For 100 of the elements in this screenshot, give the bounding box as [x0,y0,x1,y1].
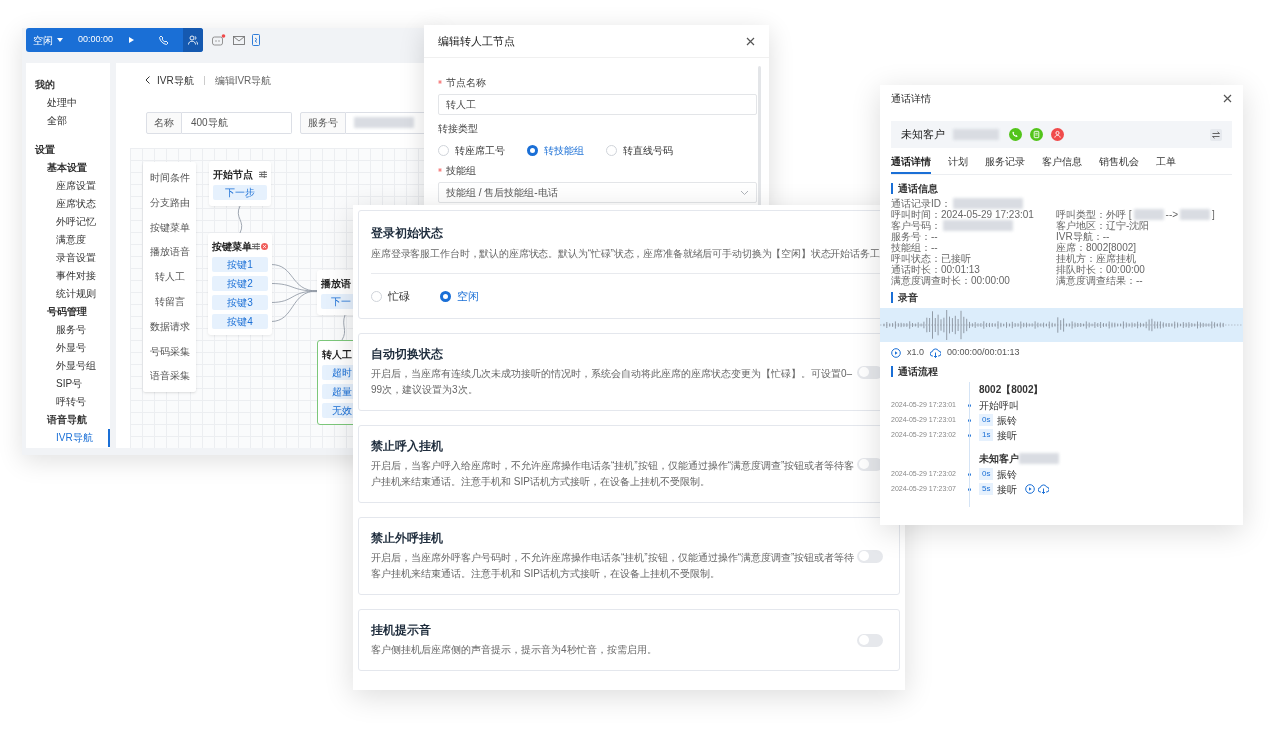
sidebar-item[interactable]: 满意度 [26,231,110,249]
radio-label[interactable]: 转技能组 [544,142,584,158]
status-dropdown[interactable]: 空闲 [26,28,78,52]
playback-speed[interactable]: x1.0 [907,346,924,360]
sidebar-item[interactable]: 语音导航 [26,411,110,429]
sidebar-item[interactable]: 处理中 [26,94,110,112]
flow-node[interactable]: 开始节点 下一步 [209,161,271,206]
toggle-switch[interactable] [857,549,883,563]
sidebar-item[interactable]: 全部 [26,112,110,130]
person-icon[interactable] [1051,128,1064,141]
sidebar-item[interactable]: IVR导航 [26,429,110,447]
radio-label[interactable]: 转座席工号 [455,142,505,158]
setting-title: 禁止外呼挂机 [371,530,444,546]
duration-tag: 0s [979,414,994,426]
play-icon[interactable] [129,37,135,43]
breadcrumb-link[interactable]: IVR导航 [157,72,194,88]
delete-icon[interactable] [261,242,268,250]
play-circle-icon[interactable] [891,347,901,358]
sidebar-item[interactable]: 呼转号 [26,393,110,411]
panel-title: 通话详情 [891,91,931,106]
radio-button[interactable] [440,290,451,302]
palette-item[interactable]: 转人工 [154,269,185,286]
port-tag[interactable]: 按键1 [212,257,268,272]
port-tag[interactable]: 按键3 [212,295,268,310]
palette-item[interactable]: 号码采集 [149,343,190,360]
palette-item[interactable]: 按键菜单 [149,219,190,236]
event-label: 开始呼叫 [979,398,1019,413]
close-icon[interactable] [746,36,755,46]
party-name: 8002【8002】 [979,383,1044,397]
sidebar-item[interactable]: 设置 [26,141,110,159]
field-label: 名称 [146,111,182,134]
port-tag[interactable]: 按键2 [212,276,268,291]
sidebar-item[interactable]: 服务号 [26,321,110,339]
connector-line [341,314,346,341]
sidebar-item[interactable]: 外显号 [26,339,110,357]
flow-node[interactable]: 按键菜单 按键1 按键2 按键3 按键4 [208,233,272,335]
sidebar-item[interactable]: 我的 [26,76,110,94]
info-text: 座席：8002[8002] [1056,242,1137,253]
call-timer: 00:00:00 [78,33,114,47]
info-text: 呼叫时间：2024-05-29 17:23:01 [891,209,1034,220]
info-text: ] [1212,209,1215,220]
toggle-switch[interactable] [857,365,883,379]
setting-description: 开启后，当座席外呼客户号码时，不允许座席操作电话条“挂机”按钮，仅能通过操作“满意度调查”按钮或者等待客户挂机来结束通话。注意手机和 SIP话机方式接听，在设备上挂机不受限制。 [371,551,856,581]
download-icon[interactable] [1038,484,1050,494]
palette-item[interactable]: 时间条件 [149,170,190,186]
mail-icon[interactable] [233,35,245,45]
tab[interactable]: 销售机会 [1099,154,1139,174]
phone-icon[interactable] [159,35,170,45]
sidebar-item[interactable]: SIP号 [26,375,110,393]
back-icon[interactable] [145,76,150,84]
download-icon[interactable] [930,347,941,358]
radio-label[interactable]: 转直线号码 [623,142,673,158]
mobile-icon[interactable] [252,34,260,46]
toggle-switch[interactable] [857,457,883,471]
tab[interactable]: 工单 [1156,154,1176,174]
palette-item[interactable]: 语音采集 [149,368,190,385]
toggle-switch[interactable] [857,633,883,647]
blurred-text [1133,209,1164,220]
sliders-icon[interactable] [259,169,267,179]
connector-line [237,205,243,234]
sidebar-item[interactable]: 座席设置 [26,177,110,195]
play-circle-icon[interactable] [1025,484,1036,494]
required-mark [438,80,442,84]
port-tag[interactable]: 下一步 [213,185,267,200]
sidebar-item[interactable]: 号码管理 [26,303,110,321]
tab[interactable]: 通话详情 [891,154,931,174]
agent-button[interactable] [183,28,203,52]
section-title: 录音 [891,292,1232,303]
sidebar-item[interactable]: 统计规则 [26,285,110,303]
close-icon[interactable] [1223,93,1232,103]
sidebar-item[interactable]: 事件对接 [26,267,110,285]
palette-item[interactable]: 分支路由 [149,194,190,211]
sliders-icon[interactable] [252,241,260,251]
tab[interactable]: 服务记录 [985,154,1025,174]
tab[interactable]: 客户信息 [1042,154,1082,174]
swap-icon[interactable] [1210,128,1222,141]
palette-item[interactable]: 播放语音 [149,244,190,261]
sidebar-item[interactable]: 外呼记忆 [26,213,110,231]
radio-label[interactable]: 忙碌 [388,287,410,305]
select-field[interactable]: 技能组 / 售后技能组-电话 [438,182,757,203]
radio-label[interactable]: 空闲 [457,287,479,305]
radio-button[interactable] [527,144,538,156]
event-label: 振铃 [997,413,1018,428]
field-label: 转接类型 [438,121,478,136]
tab[interactable]: 计划 [948,154,968,174]
sidebar-item[interactable]: 座席状态 [26,195,110,213]
sidebar-item[interactable]: 外显号组 [26,357,110,375]
blurred-text [943,220,1013,231]
sidebar-item[interactable]: 录音设置 [26,249,110,267]
name-input[interactable]: 400导航 [182,111,292,134]
info-text: IVR导航：-- [1056,231,1110,242]
port-tag[interactable]: 按键4 [212,314,268,329]
customer-name: 未知客户 [901,127,945,143]
text-input[interactable]: 转人工 [438,94,757,115]
setting-description: 开启后，当客户呼入给座席时，不允许座席操作电话条“挂机”按钮，仅能通过操作“满意度调查”按钮或者等待客户挂机来结束通话。注意手机和 SIP话机方式接听，在设备上挂机不受限制。 [371,459,856,489]
palette-item[interactable]: 数据请求 [149,318,190,335]
sidebar-item[interactable]: 基本设置 [26,159,110,177]
section-title: 通话信息 [891,183,1232,194]
chat-icon[interactable] [212,33,226,47]
palette-item[interactable]: 转留言 [154,294,185,310]
